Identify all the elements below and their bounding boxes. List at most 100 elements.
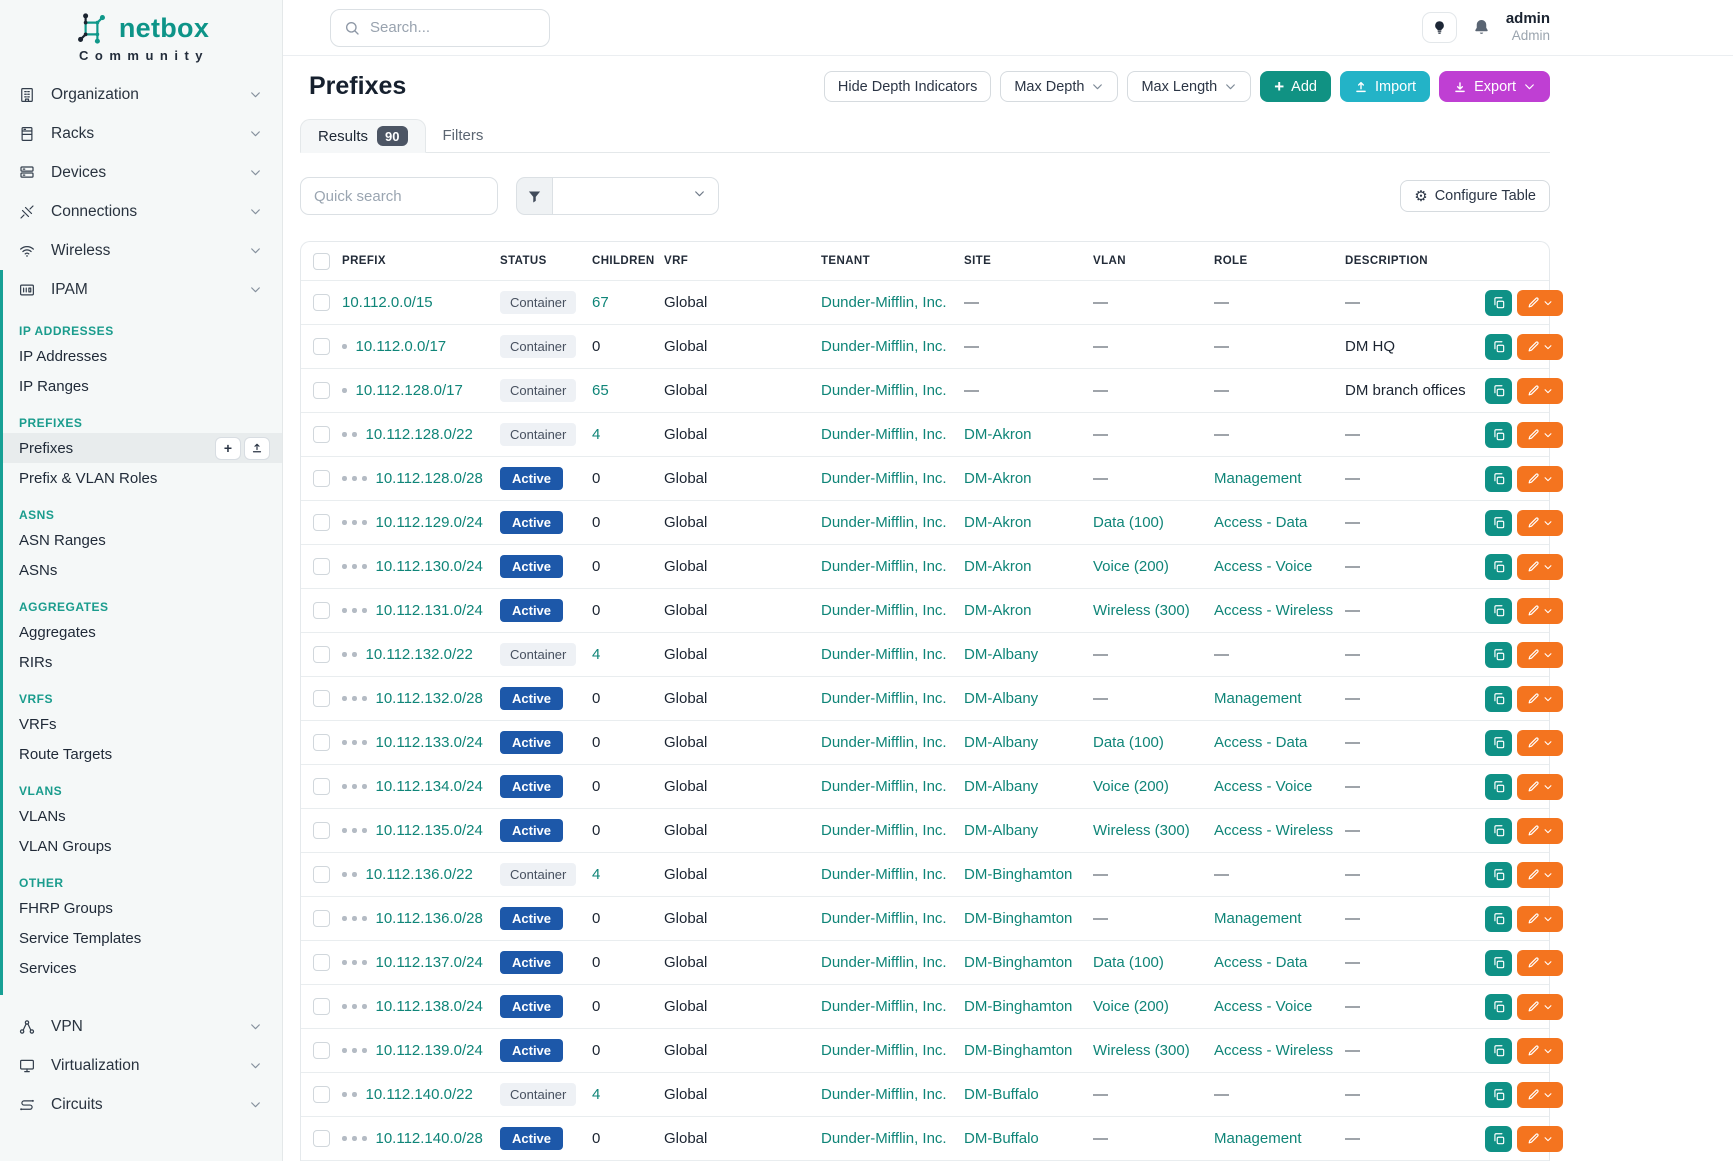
quick-import-button[interactable] bbox=[244, 437, 270, 460]
tenant-link[interactable]: Dunder-Mifflin, Inc. bbox=[821, 1042, 947, 1059]
sidebar-item-racks[interactable]: Racks bbox=[0, 114, 282, 153]
vlan-link[interactable]: Data (100) bbox=[1093, 514, 1164, 531]
tenant-link[interactable]: Dunder-Mifflin, Inc. bbox=[821, 690, 947, 707]
row-checkbox[interactable] bbox=[313, 822, 330, 839]
edit-button[interactable] bbox=[1517, 554, 1563, 580]
tenant-link[interactable]: Dunder-Mifflin, Inc. bbox=[821, 866, 947, 883]
site-link[interactable]: DM-Buffalo bbox=[964, 1130, 1039, 1147]
children-count-link[interactable]: 4 bbox=[592, 646, 600, 663]
role-link[interactable]: Access - Data bbox=[1214, 734, 1307, 751]
vlan-link[interactable]: Voice (200) bbox=[1093, 778, 1169, 795]
prefix-link[interactable]: 10.112.128.0/17 bbox=[356, 382, 463, 399]
sidebar-item-route-targets[interactable]: Route Targets bbox=[3, 739, 282, 769]
prefix-link[interactable]: 10.112.136.0/28 bbox=[376, 910, 483, 927]
row-checkbox[interactable] bbox=[313, 470, 330, 487]
edit-button[interactable] bbox=[1517, 598, 1563, 624]
children-count-link[interactable]: 4 bbox=[592, 426, 600, 443]
sidebar-item-asn-ranges[interactable]: ASN Ranges bbox=[3, 525, 282, 555]
tenant-link[interactable]: Dunder-Mifflin, Inc. bbox=[821, 734, 947, 751]
max-length-dropdown[interactable]: Max Length bbox=[1127, 71, 1251, 102]
site-link[interactable]: DM-Akron bbox=[964, 602, 1032, 619]
tenant-link[interactable]: Dunder-Mifflin, Inc. bbox=[821, 470, 947, 487]
role-link[interactable]: Management bbox=[1214, 910, 1302, 927]
max-depth-dropdown[interactable]: Max Depth bbox=[1000, 71, 1118, 102]
vlan-link[interactable]: Wireless (300) bbox=[1093, 822, 1190, 839]
prefix-link[interactable]: 10.112.135.0/24 bbox=[376, 822, 483, 839]
tab-results[interactable]: Results 90 bbox=[300, 119, 426, 153]
row-checkbox[interactable] bbox=[313, 514, 330, 531]
prefix-link[interactable]: 10.112.130.0/24 bbox=[376, 558, 483, 575]
site-link[interactable]: DM-Binghamton bbox=[964, 1042, 1072, 1059]
site-link[interactable]: DM-Akron bbox=[964, 514, 1032, 531]
copy-button[interactable] bbox=[1485, 554, 1512, 580]
children-count-link[interactable]: 4 bbox=[592, 866, 600, 883]
row-checkbox[interactable] bbox=[313, 1130, 330, 1147]
tenant-link[interactable]: Dunder-Mifflin, Inc. bbox=[821, 558, 947, 575]
row-checkbox[interactable] bbox=[313, 690, 330, 707]
vlan-link[interactable]: Data (100) bbox=[1093, 954, 1164, 971]
vlan-link[interactable]: Wireless (300) bbox=[1093, 602, 1190, 619]
edit-button[interactable] bbox=[1517, 818, 1563, 844]
edit-button[interactable] bbox=[1517, 1082, 1563, 1108]
edit-button[interactable] bbox=[1517, 906, 1563, 932]
copy-button[interactable] bbox=[1485, 334, 1512, 360]
site-link[interactable]: DM-Binghamton bbox=[964, 910, 1072, 927]
tenant-link[interactable]: Dunder-Mifflin, Inc. bbox=[821, 1086, 947, 1103]
export-dropdown[interactable]: Export bbox=[1439, 71, 1550, 102]
edit-button[interactable] bbox=[1517, 950, 1563, 976]
prefix-link[interactable]: 10.112.136.0/22 bbox=[366, 866, 473, 883]
copy-button[interactable] bbox=[1485, 686, 1512, 712]
sidebar-item-fhrp-groups[interactable]: FHRP Groups bbox=[3, 893, 282, 923]
sidebar-item-vrfs[interactable]: VRFs bbox=[3, 709, 282, 739]
user-menu[interactable]: admin Admin bbox=[1506, 10, 1550, 44]
prefix-link[interactable]: 10.112.133.0/24 bbox=[376, 734, 483, 751]
row-checkbox[interactable] bbox=[313, 1086, 330, 1103]
edit-button[interactable] bbox=[1517, 290, 1563, 316]
site-link[interactable]: DM-Albany bbox=[964, 646, 1038, 663]
site-link[interactable]: DM-Albany bbox=[964, 734, 1038, 751]
row-checkbox[interactable] bbox=[313, 338, 330, 355]
row-checkbox[interactable] bbox=[313, 778, 330, 795]
role-link[interactable]: Access - Wireless bbox=[1214, 822, 1333, 839]
tenant-link[interactable]: Dunder-Mifflin, Inc. bbox=[821, 954, 947, 971]
copy-button[interactable] bbox=[1485, 642, 1512, 668]
prefix-link[interactable]: 10.112.131.0/24 bbox=[376, 602, 483, 619]
sidebar-item-vpn[interactable]: VPN bbox=[0, 1007, 282, 1046]
role-link[interactable]: Management bbox=[1214, 690, 1302, 707]
row-checkbox[interactable] bbox=[313, 734, 330, 751]
role-link[interactable]: Access - Wireless bbox=[1214, 602, 1333, 619]
sidebar-item-wireless[interactable]: Wireless bbox=[0, 231, 282, 270]
role-link[interactable]: Access - Data bbox=[1214, 954, 1307, 971]
vlan-link[interactable]: Voice (200) bbox=[1093, 558, 1169, 575]
tab-filters[interactable]: Filters bbox=[426, 118, 501, 152]
edit-button[interactable] bbox=[1517, 422, 1563, 448]
site-link[interactable]: DM-Buffalo bbox=[964, 1086, 1039, 1103]
copy-button[interactable] bbox=[1485, 290, 1512, 316]
site-link[interactable]: DM-Binghamton bbox=[964, 954, 1072, 971]
vlan-link[interactable]: Wireless (300) bbox=[1093, 1042, 1190, 1059]
sidebar-item-prefix-vlan-roles[interactable]: Prefix & VLAN Roles bbox=[3, 463, 282, 493]
sidebar-item-prefixes[interactable]: Prefixes+ bbox=[3, 433, 282, 463]
copy-button[interactable] bbox=[1485, 378, 1512, 404]
prefix-link[interactable]: 10.112.139.0/24 bbox=[376, 1042, 483, 1059]
copy-button[interactable] bbox=[1485, 730, 1512, 756]
row-checkbox[interactable] bbox=[313, 382, 330, 399]
edit-button[interactable] bbox=[1517, 994, 1563, 1020]
edit-button[interactable] bbox=[1517, 730, 1563, 756]
tenant-link[interactable]: Dunder-Mifflin, Inc. bbox=[821, 514, 947, 531]
row-checkbox[interactable] bbox=[313, 602, 330, 619]
sidebar-item-connections[interactable]: Connections bbox=[0, 192, 282, 231]
copy-button[interactable] bbox=[1485, 510, 1512, 536]
row-checkbox[interactable] bbox=[313, 954, 330, 971]
row-checkbox[interactable] bbox=[313, 866, 330, 883]
sidebar-item-organization[interactable]: Organization bbox=[0, 75, 282, 114]
sidebar-item-vlans[interactable]: VLANs bbox=[3, 801, 282, 831]
site-link[interactable]: DM-Akron bbox=[964, 558, 1032, 575]
sidebar-item-services[interactable]: Services bbox=[3, 953, 282, 983]
edit-button[interactable] bbox=[1517, 1126, 1563, 1152]
edit-button[interactable] bbox=[1517, 466, 1563, 492]
filter-button[interactable] bbox=[516, 177, 553, 215]
saved-filter-select[interactable] bbox=[553, 177, 719, 215]
tenant-link[interactable]: Dunder-Mifflin, Inc. bbox=[821, 382, 947, 399]
copy-button[interactable] bbox=[1485, 818, 1512, 844]
